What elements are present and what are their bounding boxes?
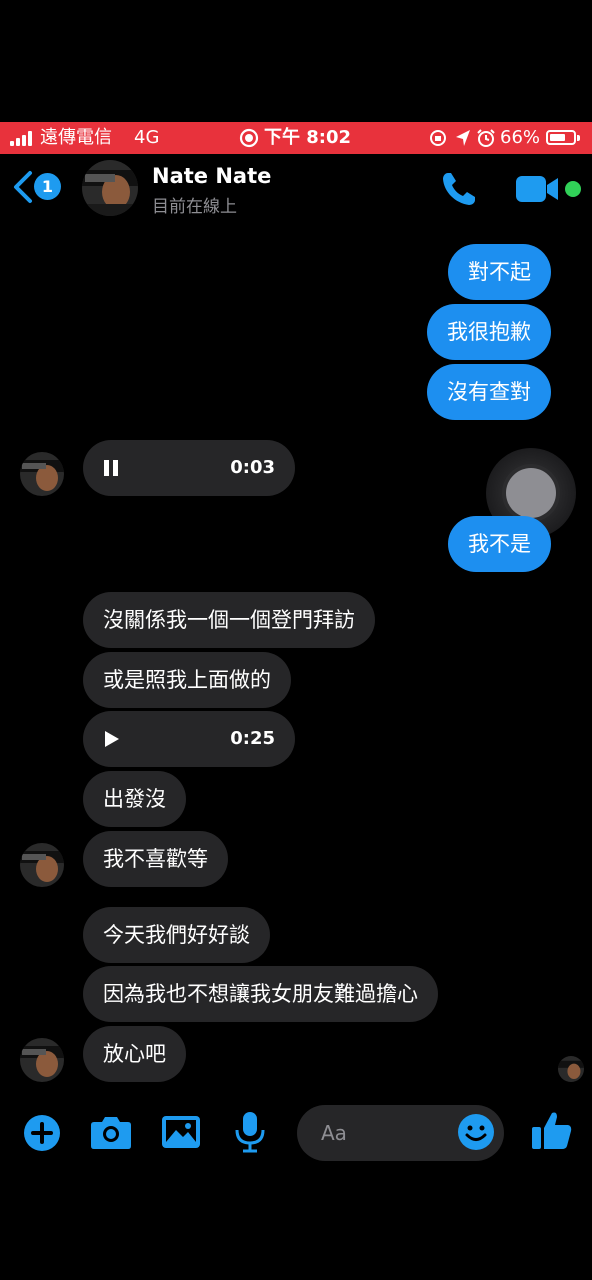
emoji-icon[interactable] bbox=[457, 1113, 495, 1151]
phone-icon[interactable] bbox=[440, 170, 478, 208]
pause-icon[interactable] bbox=[103, 459, 119, 477]
battery-icon bbox=[546, 130, 576, 145]
network-label: 4G bbox=[134, 127, 160, 148]
carrier-label: 遠傳電信 bbox=[40, 127, 112, 148]
battery-cap bbox=[577, 135, 580, 141]
message-bubble-incoming[interactable]: 今天我們好好談 bbox=[83, 907, 270, 963]
back-chevron-icon[interactable] bbox=[12, 170, 34, 204]
contact-avatar[interactable] bbox=[82, 160, 138, 216]
like-icon[interactable] bbox=[531, 1109, 573, 1151]
alarm-icon bbox=[477, 129, 495, 147]
sender-avatar[interactable] bbox=[20, 843, 64, 887]
sender-avatar[interactable] bbox=[20, 452, 64, 496]
audio-duration: 0:25 bbox=[230, 728, 275, 749]
contact-status: 目前在線上 bbox=[152, 197, 237, 217]
location-icon bbox=[456, 130, 470, 146]
camera-icon[interactable] bbox=[90, 1114, 132, 1150]
message-bubble-outgoing[interactable]: 我很抱歉 bbox=[427, 304, 551, 360]
record-icon bbox=[239, 128, 259, 148]
read-receipt-avatar bbox=[558, 1056, 584, 1082]
message-bubble-outgoing[interactable]: 我不是 bbox=[448, 516, 551, 572]
message-bubble-incoming[interactable]: 因為我也不想讓我女朋友難過擔心 bbox=[83, 966, 438, 1022]
sender-avatar[interactable] bbox=[20, 1038, 64, 1082]
message-bubble-outgoing[interactable]: 對不起 bbox=[448, 244, 551, 300]
audio-duration: 0:03 bbox=[230, 457, 275, 478]
message-input-placeholder: Aa bbox=[321, 1121, 347, 1145]
video-icon[interactable] bbox=[516, 175, 562, 203]
unread-badge[interactable]: 1 bbox=[34, 173, 61, 200]
audio-message[interactable]: 0:03 bbox=[83, 440, 295, 496]
online-indicator bbox=[565, 181, 581, 197]
message-bubble-incoming[interactable]: 我不喜歡等 bbox=[83, 831, 228, 887]
message-bubble-outgoing[interactable]: 沒有查對 bbox=[427, 364, 551, 420]
gallery-icon[interactable] bbox=[161, 1115, 201, 1149]
message-bubble-incoming[interactable]: 出發沒 bbox=[83, 771, 186, 827]
add-icon[interactable] bbox=[22, 1113, 62, 1153]
audio-message[interactable]: 0:25 bbox=[83, 711, 295, 767]
lock-rotation-icon bbox=[430, 130, 446, 146]
message-bubble-incoming[interactable]: 沒關係我一個一個登門拜訪 bbox=[83, 592, 375, 648]
microphone-icon[interactable] bbox=[234, 1111, 266, 1153]
signal-icon bbox=[10, 131, 32, 146]
message-bubble-incoming[interactable]: 或是照我上面做的 bbox=[83, 652, 291, 708]
message-bubble-incoming[interactable]: 放心吧 bbox=[83, 1026, 186, 1082]
play-icon[interactable] bbox=[103, 730, 121, 748]
status-time: 下午 8:02 bbox=[264, 127, 352, 148]
battery-percent: 66% bbox=[500, 127, 541, 148]
contact-name[interactable]: Nate Nate bbox=[152, 164, 271, 188]
